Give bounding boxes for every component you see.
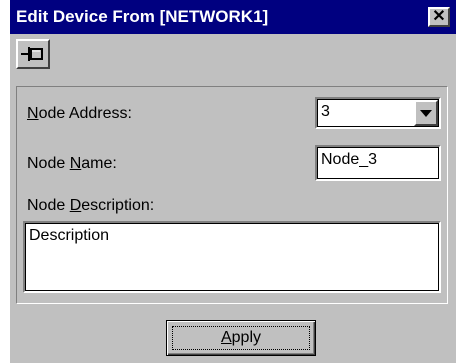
node-name-value: Node_3 (321, 151, 378, 168)
close-icon: ✕ (432, 8, 446, 25)
apply-button[interactable]: Apply (166, 320, 316, 356)
node-address-dropdown-button[interactable] (414, 100, 438, 126)
node-description-label: Node Description: (27, 197, 155, 214)
window-title: Edit Device From [NETWORK1] (16, 7, 269, 26)
pin-button[interactable] (16, 39, 50, 69)
edit-device-dialog: Edit Device From [NETWORK1] ✕ Node Addre… (10, 0, 456, 363)
chevron-down-icon (420, 110, 432, 117)
node-address-label: Node Address: (27, 105, 132, 122)
title-bar[interactable]: Edit Device From [NETWORK1] ✕ (10, 0, 456, 34)
node-name-label: Node Name: (27, 155, 117, 172)
node-description-textarea[interactable]: Description (23, 221, 441, 293)
close-button[interactable]: ✕ (428, 7, 450, 27)
apply-button-label: Apply (220, 329, 262, 346)
node-description-value: Description (29, 227, 110, 244)
pushpin-icon (21, 47, 43, 61)
node-address-select[interactable]: 3 (315, 97, 441, 129)
device-properties-panel: Node Address: 3 Node Name: Node_3 Node D… (16, 86, 448, 304)
node-name-input[interactable]: Node_3 (315, 145, 441, 181)
node-address-value: 3 (321, 103, 330, 120)
